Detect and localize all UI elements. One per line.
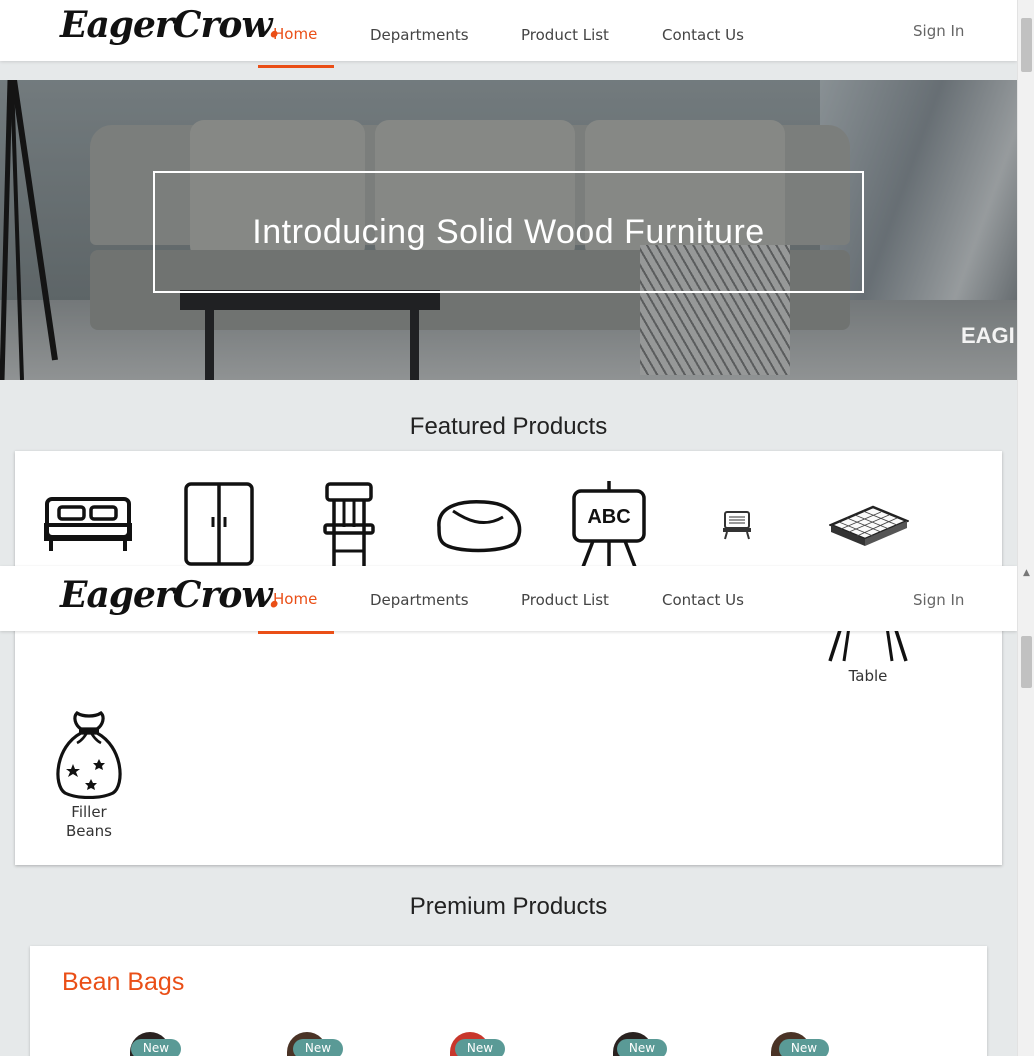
hero-watermark: EAGI <box>961 323 1015 348</box>
featured-item-bean-bag[interactable] <box>433 497 523 553</box>
nav-contact-us[interactable]: Contact Us <box>662 26 744 44</box>
active-nav-indicator <box>258 631 334 634</box>
featured-item-mattress[interactable] <box>829 505 909 547</box>
featured-item-wardrobe[interactable] <box>183 481 255 567</box>
featured-item-bed[interactable] <box>43 495 133 557</box>
featured-item-bar-stool[interactable] <box>322 481 376 567</box>
easel-abc-text: ABC <box>587 506 630 528</box>
logo[interactable]: EagerCrow. <box>60 4 280 46</box>
logo[interactable]: EagerCrow. <box>60 574 280 616</box>
premium-category-heading[interactable]: Bean Bags <box>62 968 184 997</box>
laptop-stand-icon <box>723 511 751 540</box>
nav-departments[interactable]: Departments <box>370 591 469 609</box>
inner-scrollbar-thumb[interactable] <box>1021 636 1032 688</box>
featured-products-card: ABC Table Filler Beans <box>15 451 1002 865</box>
scroll-up-icon[interactable]: ▲ <box>1021 568 1032 578</box>
new-badge: New <box>455 1039 505 1056</box>
bar-stool-icon <box>323 482 375 567</box>
page: EagerCrow. Home Departments Product List… <box>0 0 1017 1056</box>
bean-bag-icon <box>437 500 522 553</box>
hero-title-box: Introducing Solid Wood Furniture <box>153 171 864 293</box>
nav-product-list[interactable]: Product List <box>521 26 609 44</box>
new-badge: New <box>617 1039 667 1056</box>
product-label-table: Table <box>848 667 888 685</box>
table-icon <box>828 627 908 662</box>
sign-in-link[interactable]: Sign In <box>913 591 964 609</box>
nav-product-list[interactable]: Product List <box>521 591 609 609</box>
nav-contact-us[interactable]: Contact Us <box>662 591 744 609</box>
logo-text: EagerCrow <box>60 574 269 616</box>
new-badge: New <box>131 1039 181 1056</box>
featured-item-easel-board[interactable]: ABC <box>571 481 647 567</box>
easel-board-icon: ABC <box>572 481 646 567</box>
new-badge: New <box>779 1039 829 1056</box>
outer-scrollbar-thumb[interactable] <box>1021 18 1032 72</box>
sticky-navbar: EagerCrow. Home Departments Product List… <box>0 566 1017 634</box>
featured-item-table[interactable]: Table <box>827 627 909 686</box>
hero-title: Introducing Solid Wood Furniture <box>252 212 765 251</box>
inner-scrollbar[interactable]: ▲ <box>1017 566 1034 1056</box>
featured-item-filler-beans[interactable]: Filler Beans <box>49 709 129 841</box>
nav-home[interactable]: Home <box>273 25 317 43</box>
featured-item-laptop-stand[interactable] <box>720 509 754 541</box>
new-badge: New <box>293 1039 343 1056</box>
mattress-icon <box>829 505 909 546</box>
hero-banner[interactable]: Introducing Solid Wood Furniture EAGI <box>0 80 1017 380</box>
sign-in-link[interactable]: Sign In <box>913 22 964 40</box>
premium-products-title: Premium Products <box>409 893 608 920</box>
logo-text: EagerCrow <box>60 4 269 46</box>
product-label-filler-beans: Filler Beans <box>65 803 113 840</box>
premium-products-card: Bean Bags New New New New New <box>30 946 987 1056</box>
nav-home[interactable]: Home <box>273 590 317 608</box>
bed-icon <box>44 497 132 551</box>
navbar: EagerCrow. Home Departments Product List… <box>0 0 1017 68</box>
featured-products-title: Featured Products <box>409 413 608 440</box>
wardrobe-icon <box>184 482 254 566</box>
active-nav-indicator <box>258 65 334 68</box>
filler-beans-bag-icon <box>56 710 122 799</box>
nav-departments[interactable]: Departments <box>370 26 469 44</box>
